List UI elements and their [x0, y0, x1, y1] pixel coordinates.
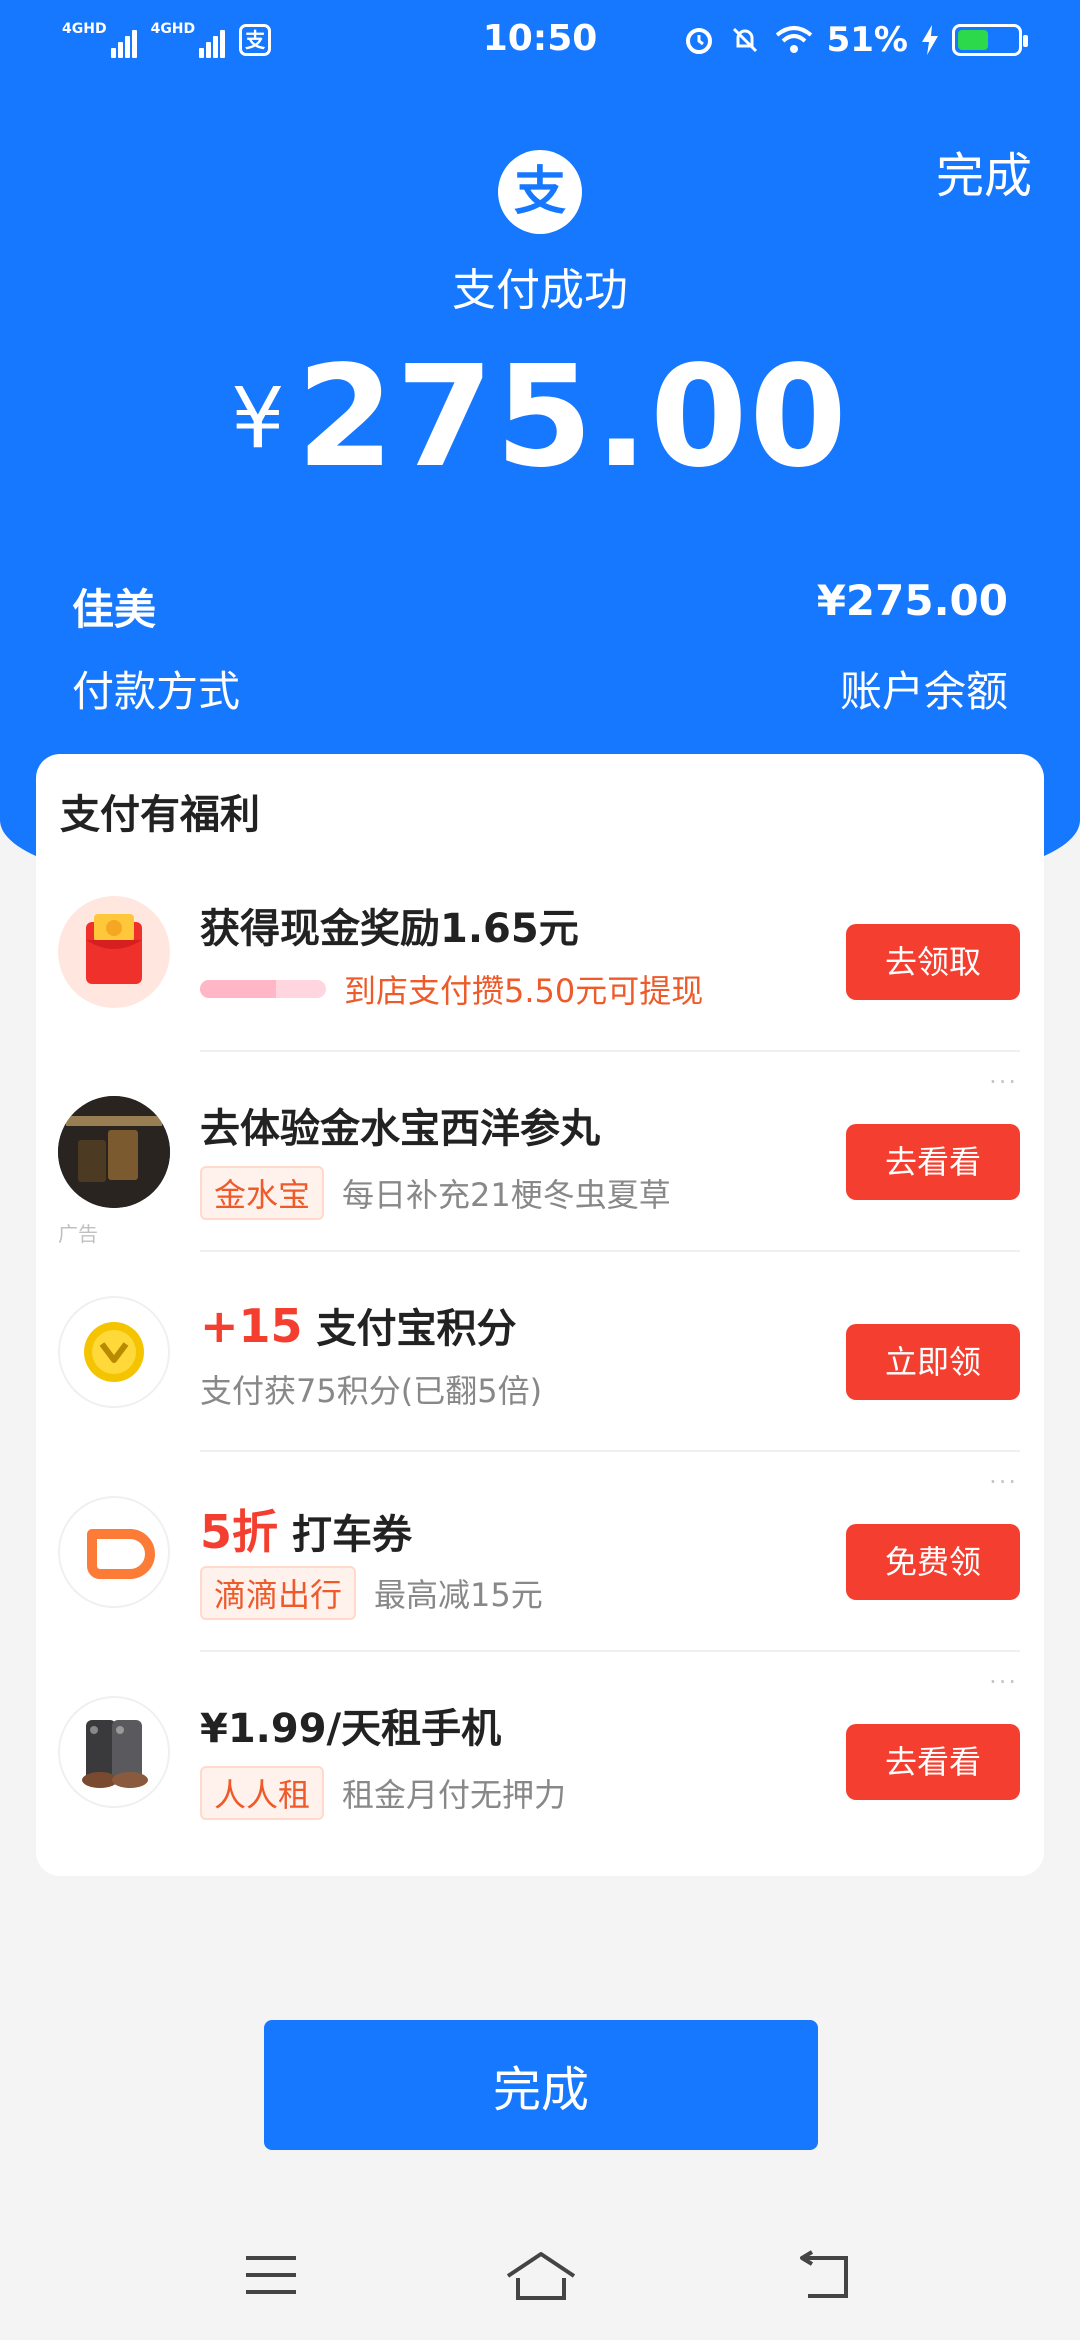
payment-method-row: 付款方式 账户余额 [72, 658, 1008, 719]
ad-label: 广告 [58, 1222, 98, 1246]
brand-tag: 人人租 [200, 1766, 325, 1820]
alipay-logo-glyph: 支 [513, 162, 566, 222]
product-image-icon [58, 1096, 170, 1208]
payment-success-page: 4GHD 4GHD 支 10:50 51% 完成 支 支付成功 ¥275.00 … [0, 0, 1080, 2340]
payment-method-value: 账户余额 [839, 667, 1008, 716]
item-title-row: +15 支付宝积分 [200, 1296, 517, 1354]
item-title: 支付宝积分 [316, 1306, 517, 1352]
menu-icon[interactable] [244, 2250, 298, 2300]
alipay-logo-icon: 支 [498, 150, 582, 234]
paid-amount: ¥275.00 [816, 576, 1008, 625]
payment-success-title: 支付成功 [452, 265, 628, 316]
payment-amount: ¥275.00 [0, 336, 1080, 499]
item-subtitle: 租金月付无押力 [342, 1776, 567, 1814]
currency-symbol: ¥ [231, 369, 285, 467]
item-subtitle: 到店支付攒5.50元可提现 [344, 972, 704, 1010]
status-right: 51% [683, 20, 1028, 60]
list-item-ad-product[interactable]: ··· 广告 去体验金水宝西洋参丸 金水宝 每日补充21梗冬虫夏草 去看看 [36, 1052, 1044, 1252]
claim-reward-button[interactable]: 去领取 [846, 924, 1020, 1000]
amount-value: 275.00 [296, 336, 849, 499]
item-subtitle-row: 人人租 租金月付无押力 [200, 1766, 566, 1820]
points-amount: +15 [200, 1299, 303, 1353]
view-product-button[interactable]: 去看看 [846, 1124, 1020, 1200]
points-coin-icon [58, 1296, 170, 1408]
list-item-cash-reward[interactable]: 获得现金奖励1.65元 到店支付攒5.50元可提现 去领取 [36, 852, 1044, 1052]
list-item-points[interactable]: +15 支付宝积分 支付获75积分(已翻5倍) 立即领 [36, 1252, 1044, 1452]
item-subtitle-row: 支付获75积分(已翻5倍) [200, 1366, 542, 1412]
mute-icon [732, 27, 757, 53]
battery-icon [952, 24, 1028, 56]
claim-points-button[interactable]: 立即领 [846, 1324, 1020, 1400]
item-subtitle-row: 到店支付攒5.50元可提现 [200, 966, 703, 1012]
wifi-icon [775, 26, 812, 53]
battery-fill [958, 30, 988, 50]
item-subtitle-row: 滴滴出行 最高减15元 [200, 1566, 543, 1620]
alarm-icon [685, 28, 712, 54]
benefits-title: 支付有福利 [60, 792, 260, 838]
discount-value: 5折 [200, 1505, 279, 1559]
more-options-icon[interactable]: ··· [989, 1668, 1018, 1696]
payment-method-label: 付款方式 [72, 667, 241, 716]
payee-name: 佳美 [72, 585, 157, 634]
red-envelope-icon [58, 896, 170, 1008]
system-navigation-bar [0, 2230, 1080, 2320]
item-title: 获得现金奖励1.65元 [200, 906, 579, 952]
view-phone-button[interactable]: 去看看 [846, 1724, 1020, 1800]
cash-progress-fill [200, 980, 276, 998]
list-item-ride-coupon[interactable]: ··· 5折 打车券 滴滴出行 最高减15元 免费领 [36, 1452, 1044, 1652]
home-icon[interactable] [504, 2250, 578, 2302]
battery-percent: 51% [826, 20, 908, 60]
payee-row: 佳美 ¥275.00 [72, 576, 1008, 637]
item-subtitle: 支付获75积分(已翻5倍) [200, 1372, 543, 1410]
didi-icon [58, 1496, 170, 1608]
brand-tag: 滴滴出行 [200, 1566, 357, 1620]
back-icon[interactable] [794, 2250, 854, 2302]
item-subtitle-row: 金水宝 每日补充21梗冬虫夏草 [200, 1166, 671, 1220]
item-subtitle: 每日补充21梗冬虫夏草 [342, 1176, 671, 1214]
header-done-button[interactable]: 完成 [936, 136, 1032, 206]
cash-progress-bar [200, 980, 326, 998]
phone-rent-icon [58, 1696, 170, 1808]
done-button[interactable]: 完成 [264, 2020, 818, 2150]
benefits-card: 支付有福利 获得现金奖励1.65元 到店支付攒5.50元可提现 去领取 ··· [36, 754, 1044, 1876]
item-subtitle: 最高减15元 [374, 1576, 543, 1614]
item-title: 去体验金水宝西洋参丸 [200, 1106, 600, 1152]
list-item-phone-rent[interactable]: ··· ¥1.99/天租手机 人人租 租金月付无押力 去看看 [36, 1652, 1044, 1852]
claim-coupon-button[interactable]: 免费领 [846, 1524, 1020, 1600]
status-bar: 4GHD 4GHD 支 10:50 51% [0, 0, 1080, 84]
item-title: 打车券 [291, 1512, 412, 1558]
more-options-icon[interactable]: ··· [989, 1068, 1018, 1096]
item-title: ¥1.99/天租手机 [200, 1706, 502, 1752]
item-title-row: 5折 打车券 [200, 1496, 412, 1562]
more-options-icon[interactable]: ··· [989, 1468, 1018, 1496]
charging-icon [922, 25, 938, 55]
brand-tag: 金水宝 [200, 1166, 325, 1220]
